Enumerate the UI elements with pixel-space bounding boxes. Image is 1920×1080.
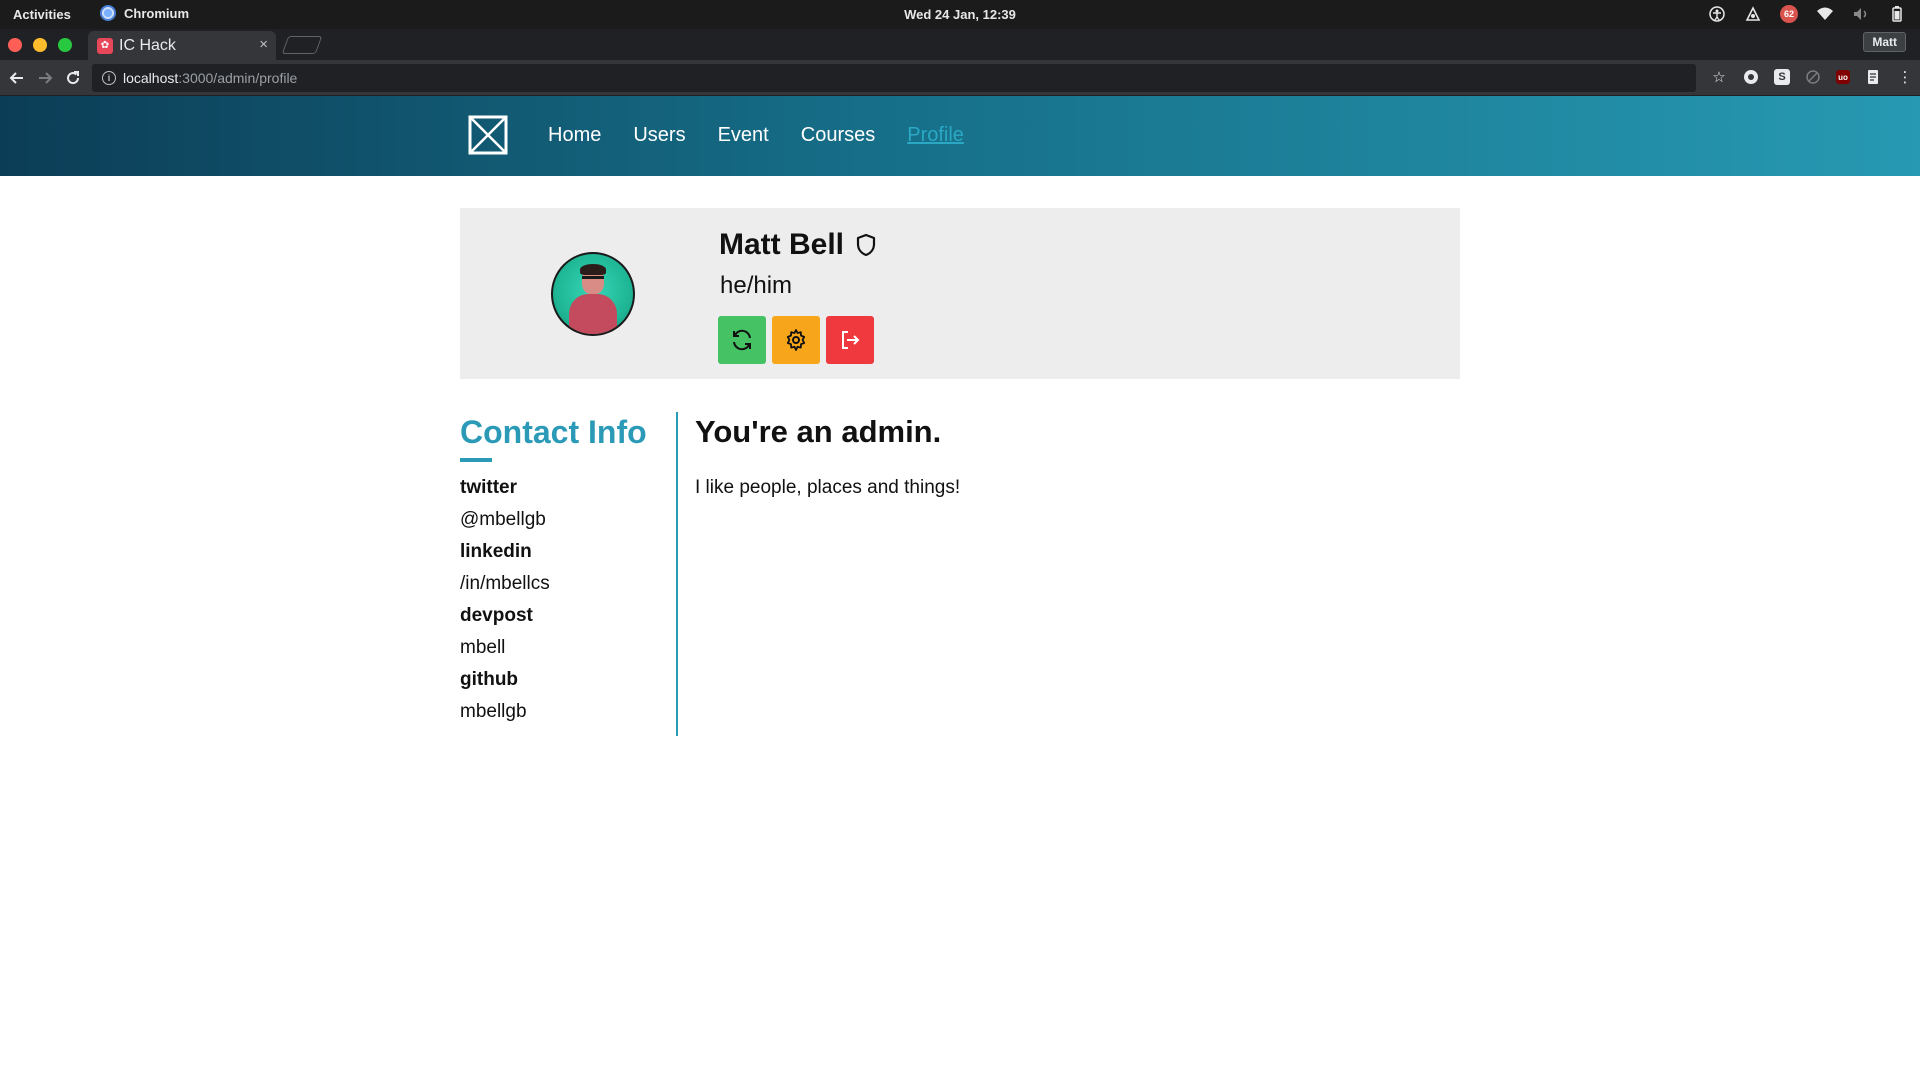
url-host: localhost (123, 70, 179, 86)
extensions-row: ☆ S uo ⋮ (1710, 68, 1914, 86)
contact-list: twitter @mbellgb linkedin /in/mbellcs de… (460, 472, 676, 728)
settings-button[interactable] (772, 316, 820, 364)
extension-s-icon[interactable]: S (1774, 69, 1790, 85)
window-controls (8, 38, 72, 52)
logout-button[interactable] (826, 316, 874, 364)
site-header: Home Users Event Courses Profile (0, 96, 1920, 176)
url-path: :3000/admin/profile (178, 70, 298, 86)
browser-profile-button[interactable]: Matt (1863, 32, 1906, 52)
nav-profile[interactable]: Profile (907, 124, 964, 147)
contact-label-twitter: twitter (460, 477, 517, 498)
shield-icon (856, 233, 876, 257)
nav-home[interactable]: Home (548, 124, 601, 147)
accessibility-icon[interactable] (1708, 5, 1726, 23)
profile-bio: I like people, places and things! (695, 477, 961, 498)
admin-heading: You're an admin. (695, 414, 942, 449)
contact-title-underline (460, 458, 492, 462)
profile-pronouns: he/him (720, 272, 793, 299)
chromium-icon (100, 5, 116, 21)
ic-hack-logo-icon[interactable] (468, 115, 508, 155)
browser-toolbar: i localhost :3000/admin/profile ☆ S uo ⋮ (0, 60, 1920, 96)
main-content: You're an admin. I like people, places a… (695, 412, 1455, 504)
wifi-icon[interactable] (1816, 5, 1834, 23)
ublock-icon[interactable]: uo (1836, 70, 1850, 84)
extension-a-icon[interactable] (1742, 68, 1760, 86)
nav-courses[interactable]: Courses (801, 124, 875, 147)
volume-icon[interactable] (1852, 5, 1870, 23)
contact-info: Contact Info twitter @mbellgb linkedin /… (460, 412, 678, 736)
extension-disabled-icon[interactable] (1804, 68, 1822, 86)
site-info-icon[interactable]: i (102, 71, 116, 85)
logout-icon (842, 331, 860, 349)
contact-value-github: mbellgb (460, 701, 527, 722)
reload-icon[interactable] (62, 67, 84, 89)
profile-card: Matt Bell he/him (460, 208, 1460, 379)
site-nav: Home Users Event Courses Profile (548, 124, 964, 147)
bookmark-star-icon[interactable]: ☆ (1710, 68, 1728, 86)
contact-label-linkedin: linkedin (460, 541, 532, 562)
contact-label-github: github (460, 669, 519, 690)
ic-hack-favicon-icon: ✿ (97, 37, 113, 54)
nav-users[interactable]: Users (633, 124, 685, 147)
tab-title: IC Hack (119, 36, 176, 54)
profile-name: Matt Bell (719, 228, 845, 261)
browser-menu-icon[interactable]: ⋮ (1896, 68, 1914, 86)
notification-badge[interactable]: 62 (1780, 5, 1798, 23)
profile-actions (718, 316, 874, 364)
address-bar[interactable]: i localhost :3000/admin/profile (92, 64, 1696, 92)
gear-icon (786, 329, 806, 351)
activities-button[interactable]: Activities (13, 7, 71, 22)
browser-tab[interactable]: ✿ IC Hack × (88, 31, 276, 60)
contact-value-twitter: @mbellgb (460, 509, 546, 530)
system-tray: 62 (1708, 5, 1906, 23)
avatar-glasses (582, 276, 604, 282)
minimize-window-button[interactable] (33, 38, 47, 52)
nav-event[interactable]: Event (718, 124, 769, 147)
battery-icon[interactable] (1888, 5, 1906, 23)
avatar-body (569, 294, 617, 334)
extension-doc-icon[interactable] (1864, 68, 1882, 86)
refresh-icon (733, 329, 751, 351)
browser-tab-strip: ✿ IC Hack × Matt (0, 29, 1920, 60)
clock[interactable]: Wed 24 Jan, 12:39 (0, 7, 1920, 22)
contact-value-linkedin: /in/mbellcs (460, 573, 550, 594)
new-tab-button[interactable] (281, 36, 323, 54)
refresh-button[interactable] (718, 316, 766, 364)
back-arrow-icon[interactable] (6, 67, 28, 89)
contact-label-devpost: devpost (460, 605, 533, 626)
maximize-window-button[interactable] (58, 38, 72, 52)
close-window-button[interactable] (8, 38, 22, 52)
avatar-hair (580, 264, 606, 275)
app-name: Chromium (124, 5, 189, 21)
network-share-icon[interactable] (1744, 5, 1762, 23)
tab-close-icon[interactable]: × (259, 36, 268, 53)
profile-name-row: Matt Bell (719, 228, 876, 262)
contact-title: Contact Info (460, 414, 647, 450)
contact-value-devpost: mbell (460, 637, 506, 658)
app-menu[interactable]: Chromium (100, 5, 189, 21)
os-top-bar: Activities Chromium Wed 24 Jan, 12:39 62 (0, 0, 1920, 29)
avatar (551, 252, 635, 336)
forward-arrow-icon[interactable] (34, 67, 56, 89)
